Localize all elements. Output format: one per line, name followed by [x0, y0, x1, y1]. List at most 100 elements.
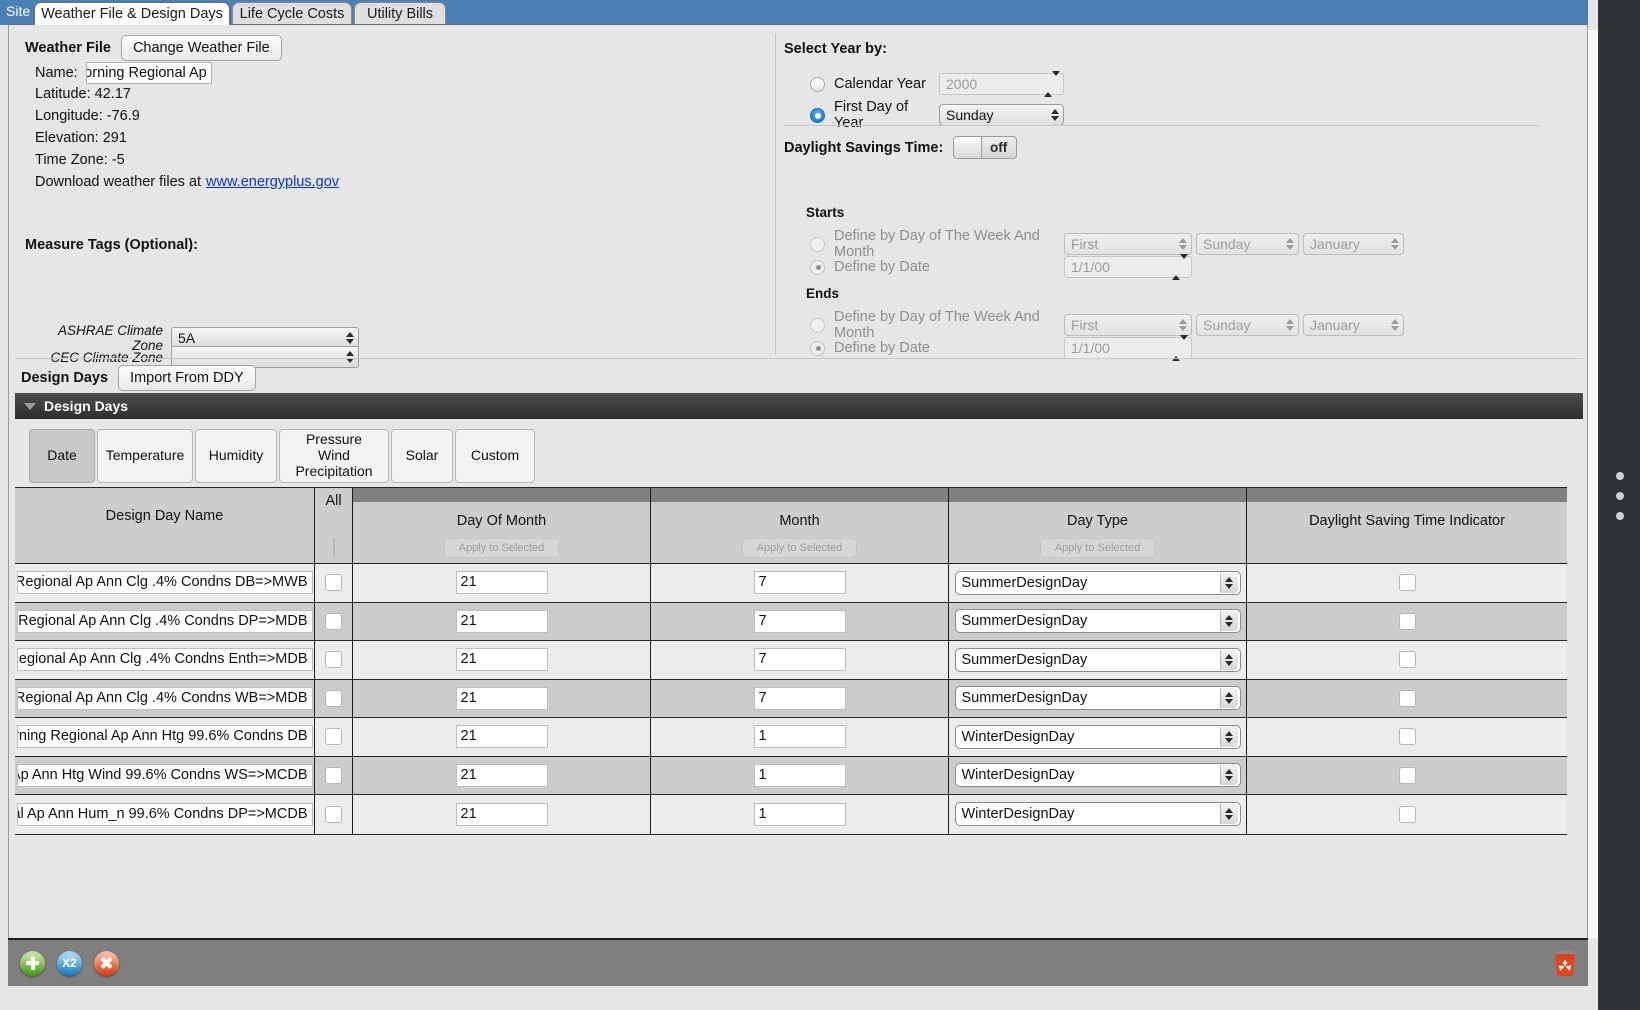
- dst-toggle[interactable]: off: [953, 136, 1018, 159]
- change-weather-file-button[interactable]: Change Weather File: [120, 35, 282, 61]
- add-object-button[interactable]: [20, 950, 45, 976]
- apply-to-selected-month-button[interactable]: Apply to Selected: [741, 538, 858, 558]
- first-day-of-year-radio[interactable]: [810, 107, 825, 123]
- row-select-checkbox[interactable]: [325, 766, 342, 784]
- weather-name-field[interactable]: Corning Regional Ap: [85, 62, 212, 84]
- dst-indicator-checkbox[interactable]: [1398, 766, 1416, 784]
- dst-ends-by-date-row: Define by Date 1/1/00: [810, 335, 1192, 361]
- tab-utility-bills[interactable]: Utility Bills: [354, 2, 446, 25]
- table-row[interactable]: Corning Regional Ap Ann Hum_n 99.6% Cond…: [15, 795, 1567, 834]
- dst-starts-date-field[interactable]: 1/1/00: [1064, 254, 1192, 280]
- table-row[interactable]: Corning Regional Ap Ann Clg .4% Condns W…: [15, 679, 1567, 718]
- month-field[interactable]: 7: [753, 648, 846, 672]
- calendar-year-spinner[interactable]: 2000: [939, 71, 1064, 97]
- dst-starts-by-week-radio[interactable]: [810, 236, 825, 252]
- subtab-temperature[interactable]: Temperature: [97, 429, 193, 483]
- day-type-value: SummerDesignDay: [961, 690, 1088, 707]
- subtab-pressure-wind-precipitation[interactable]: Pressure Wind Precipitation: [279, 429, 389, 483]
- day-type-select[interactable]: WinterDesignDay: [954, 763, 1241, 788]
- subtab-humidity[interactable]: Humidity: [195, 429, 277, 483]
- row-select-checkbox[interactable]: [325, 651, 342, 669]
- import-from-ddy-button[interactable]: Import From DDY: [118, 365, 256, 391]
- subtab-solar[interactable]: Solar: [391, 429, 453, 483]
- row-select-checkbox[interactable]: [325, 574, 342, 592]
- table-row[interactable]: Corning Regional Ap Ann Clg .4% Condns E…: [15, 641, 1567, 680]
- col-header-label: Daylight Saving Time Indicator: [1309, 513, 1505, 529]
- day-type-select[interactable]: WinterDesignDay: [954, 802, 1241, 827]
- trash-icon[interactable]: [1552, 949, 1578, 977]
- stepper-arrows-icon: [1172, 335, 1188, 361]
- day-type-select[interactable]: SummerDesignDay: [954, 570, 1241, 595]
- panel-divider: [775, 33, 776, 355]
- apply-to-selected-day-of-month-button[interactable]: Apply to Selected: [443, 538, 560, 558]
- table-row[interactable]: Corning Regional Ap Ann Htg 99.6% Condns…: [15, 718, 1567, 757]
- dst-starts-by-date-radio[interactable]: [810, 259, 825, 275]
- design-day-name-field[interactable]: Corning Regional Ap Ann Htg 99.6% Condns…: [16, 725, 313, 749]
- remove-object-button[interactable]: [94, 950, 119, 976]
- day-type-select[interactable]: SummerDesignDay: [954, 686, 1241, 711]
- dst-indicator-checkbox[interactable]: [1398, 689, 1416, 707]
- design-day-name-field[interactable]: Corning Regional Ap Ann Clg .4% Condns E…: [16, 648, 313, 672]
- first-day-of-year-select[interactable]: Sunday: [939, 104, 1064, 126]
- month-field[interactable]: 1: [753, 802, 846, 826]
- select-all-checkbox[interactable]: [332, 538, 335, 556]
- dst-starts-weekday-select[interactable]: Sunday: [1196, 233, 1299, 255]
- month-field[interactable]: 1: [753, 725, 846, 749]
- dst-ends-month-select[interactable]: January: [1303, 314, 1404, 336]
- row-select-checkbox[interactable]: [325, 689, 342, 707]
- design-day-name-field[interactable]: Corning Regional Ap Ann Clg .4% Condns W…: [16, 686, 313, 710]
- design-day-name-field[interactable]: Corning Regional Ap Ann Hum_n 99.6% Cond…: [16, 802, 313, 826]
- calendar-year-radio[interactable]: [810, 76, 825, 92]
- dst-ends-weekday-select[interactable]: Sunday: [1196, 314, 1299, 336]
- rail-drag-handle[interactable]: [1613, 472, 1627, 520]
- day-of-month-field[interactable]: 21: [455, 802, 548, 826]
- subtab-custom[interactable]: Custom: [455, 429, 535, 483]
- dst-ends-ordinal-select[interactable]: First: [1064, 314, 1192, 336]
- dst-starts-weekday-value: Sunday: [1203, 236, 1251, 252]
- dst-ends-date-field[interactable]: 1/1/00: [1064, 335, 1192, 361]
- design-day-name-field[interactable]: Corning Regional Ap Ann Clg .4% Condns D…: [16, 609, 313, 633]
- dst-ends-by-week-radio[interactable]: [810, 317, 825, 333]
- table-row[interactable]: Corning Regional Ap Ann Clg .4% Condns D…: [15, 602, 1567, 641]
- dst-starts-month-select[interactable]: January: [1303, 233, 1404, 255]
- design-day-name-field[interactable]: Corning Regional Ap Ann Htg Wind 99.6% C…: [16, 763, 313, 787]
- dst-indicator-checkbox[interactable]: [1398, 612, 1416, 630]
- table-row[interactable]: Corning Regional Ap Ann Clg .4% Condns D…: [15, 564, 1567, 603]
- month-field[interactable]: 1: [753, 763, 846, 787]
- cell-month: 7: [651, 564, 949, 602]
- day-of-month-field[interactable]: 21: [455, 609, 548, 633]
- day-of-month-field[interactable]: 21: [455, 648, 548, 672]
- energyplus-link[interactable]: www.energyplus.gov: [206, 174, 339, 190]
- dst-ends-by-date-radio[interactable]: [810, 340, 825, 356]
- month-field[interactable]: 7: [753, 609, 846, 633]
- dst-indicator-checkbox[interactable]: [1398, 728, 1416, 746]
- day-of-month-field[interactable]: 21: [455, 686, 548, 710]
- day-of-month-field[interactable]: 21: [455, 725, 548, 749]
- duplicate-object-button[interactable]: X2: [57, 950, 82, 976]
- dst-indicator-checkbox[interactable]: [1398, 651, 1416, 669]
- subtab-date[interactable]: Date: [29, 429, 95, 483]
- day-of-month-field[interactable]: 21: [455, 763, 548, 787]
- dst-starts-ordinal-select[interactable]: First: [1064, 233, 1192, 255]
- table-row[interactable]: Corning Regional Ap Ann Htg Wind 99.6% C…: [15, 756, 1567, 795]
- month-field[interactable]: 7: [753, 686, 846, 710]
- stepper-arrows-icon: [1219, 572, 1238, 593]
- day-type-select[interactable]: SummerDesignDay: [954, 609, 1241, 634]
- tab-weather-file-design-days[interactable]: Weather File & Design Days: [34, 2, 230, 25]
- design-days-band[interactable]: Design Days: [15, 393, 1583, 419]
- day-of-month-field[interactable]: 21: [455, 571, 548, 595]
- col-header-label: Design Day Name: [105, 508, 224, 524]
- apply-to-selected-day-type-button[interactable]: Apply to Selected: [1039, 538, 1156, 558]
- row-select-checkbox[interactable]: [325, 728, 342, 746]
- day-type-select[interactable]: WinterDesignDay: [954, 724, 1241, 749]
- tab-life-cycle-costs[interactable]: Life Cycle Costs: [232, 2, 352, 25]
- month-field[interactable]: 7: [753, 571, 846, 595]
- row-select-checkbox[interactable]: [325, 612, 342, 630]
- row-select-checkbox[interactable]: [325, 805, 342, 823]
- handle-dot-icon: [1616, 512, 1624, 520]
- dst-indicator-checkbox[interactable]: [1398, 805, 1416, 823]
- collapse-caret-icon[interactable]: [24, 402, 36, 410]
- design-day-name-field[interactable]: Corning Regional Ap Ann Clg .4% Condns D…: [16, 571, 313, 595]
- day-type-select[interactable]: SummerDesignDay: [954, 647, 1241, 672]
- dst-indicator-checkbox[interactable]: [1398, 574, 1416, 592]
